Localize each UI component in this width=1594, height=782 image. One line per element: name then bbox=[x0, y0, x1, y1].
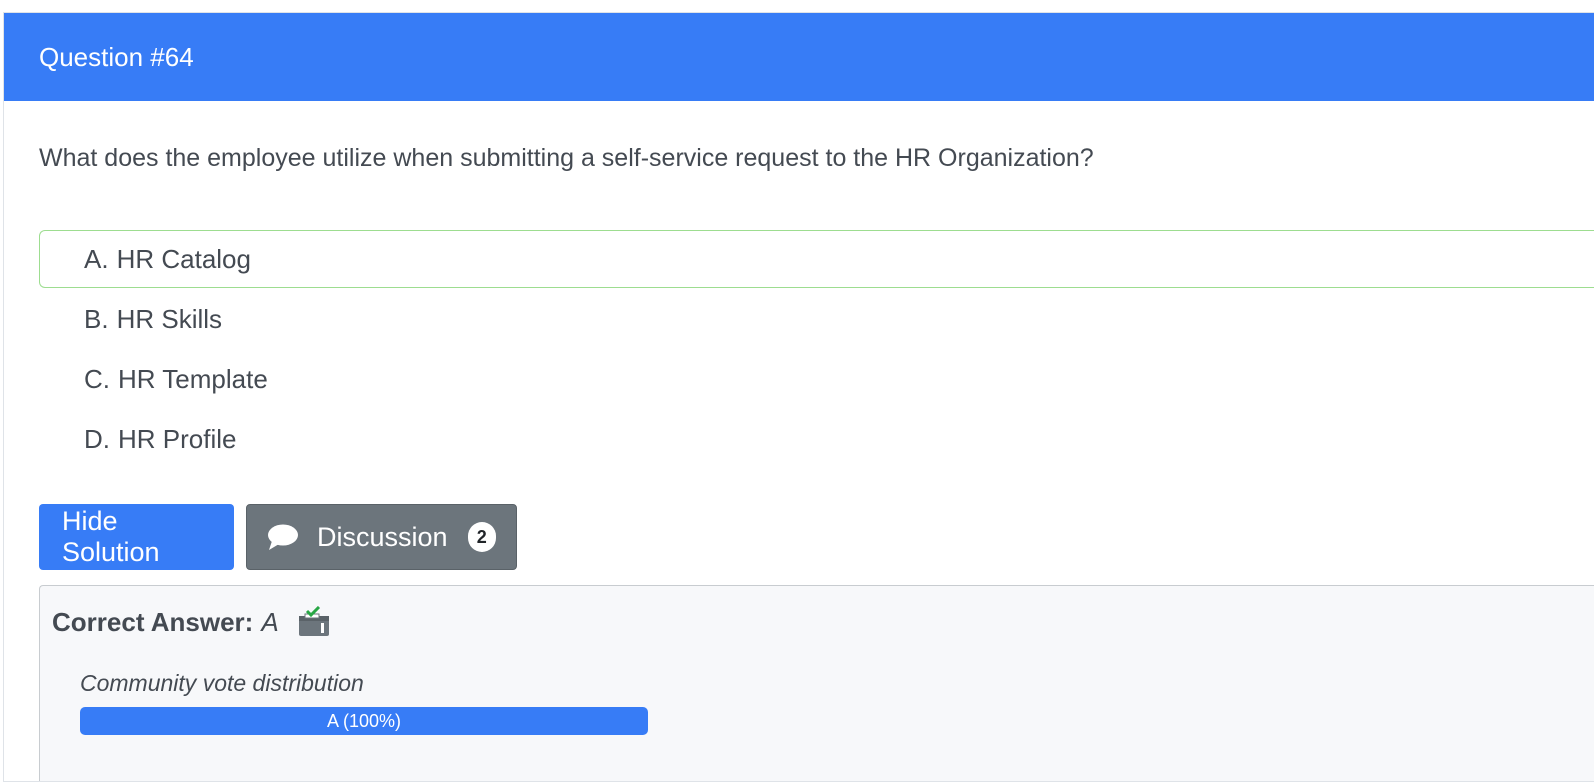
choice-letter: B. bbox=[84, 303, 109, 334]
discussion-button[interactable]: Discussion 2 bbox=[246, 504, 517, 570]
question-text: What does the employee utilize when subm… bbox=[39, 144, 1094, 172]
choice-letter: C. bbox=[84, 363, 110, 394]
choice-letter: D. bbox=[84, 423, 110, 454]
vote-distribution-bar: A (100%) bbox=[80, 707, 648, 735]
question-header: Question #64 bbox=[4, 13, 1594, 101]
discussion-label: Discussion bbox=[317, 521, 448, 552]
correct-answer-line: Correct Answer: A bbox=[52, 605, 331, 638]
choice-text: HR Skills bbox=[116, 303, 223, 334]
hide-solution-button[interactable]: Hide Solution bbox=[39, 504, 234, 570]
choice-d[interactable]: D. HR Profile bbox=[39, 410, 1594, 468]
choice-text: HR Catalog bbox=[116, 243, 251, 274]
correct-answer-label: Correct Answer: bbox=[52, 606, 254, 637]
vote-bar-segment-a: A (100%) bbox=[80, 707, 648, 735]
answer-panel: Correct Answer: A Community vote distrib… bbox=[39, 585, 1594, 781]
ballot-box-check-icon[interactable] bbox=[297, 605, 331, 638]
choice-b[interactable]: B. HR Skills bbox=[39, 290, 1594, 348]
choice-text: HR Profile bbox=[118, 423, 237, 454]
vote-bar-label: A (100%) bbox=[326, 710, 402, 731]
correct-answer-value: A bbox=[261, 606, 279, 637]
question-title: Question #64 bbox=[39, 41, 194, 72]
choice-text: HR Template bbox=[118, 363, 268, 394]
choice-c[interactable]: C. HR Template bbox=[39, 350, 1594, 408]
choice-list: A. HR Catalog B. HR Skills C. HR Templat… bbox=[39, 230, 1594, 470]
question-card: Question #64 What does the employee util… bbox=[3, 12, 1594, 782]
choice-letter: A. bbox=[84, 243, 109, 274]
comment-icon bbox=[267, 523, 299, 551]
discussion-count-badge: 2 bbox=[467, 522, 496, 552]
choice-a[interactable]: A. HR Catalog bbox=[39, 230, 1594, 288]
vote-distribution-title: Community vote distribution bbox=[80, 670, 364, 696]
action-buttons: Hide Solution Discussion 2 bbox=[39, 504, 517, 570]
